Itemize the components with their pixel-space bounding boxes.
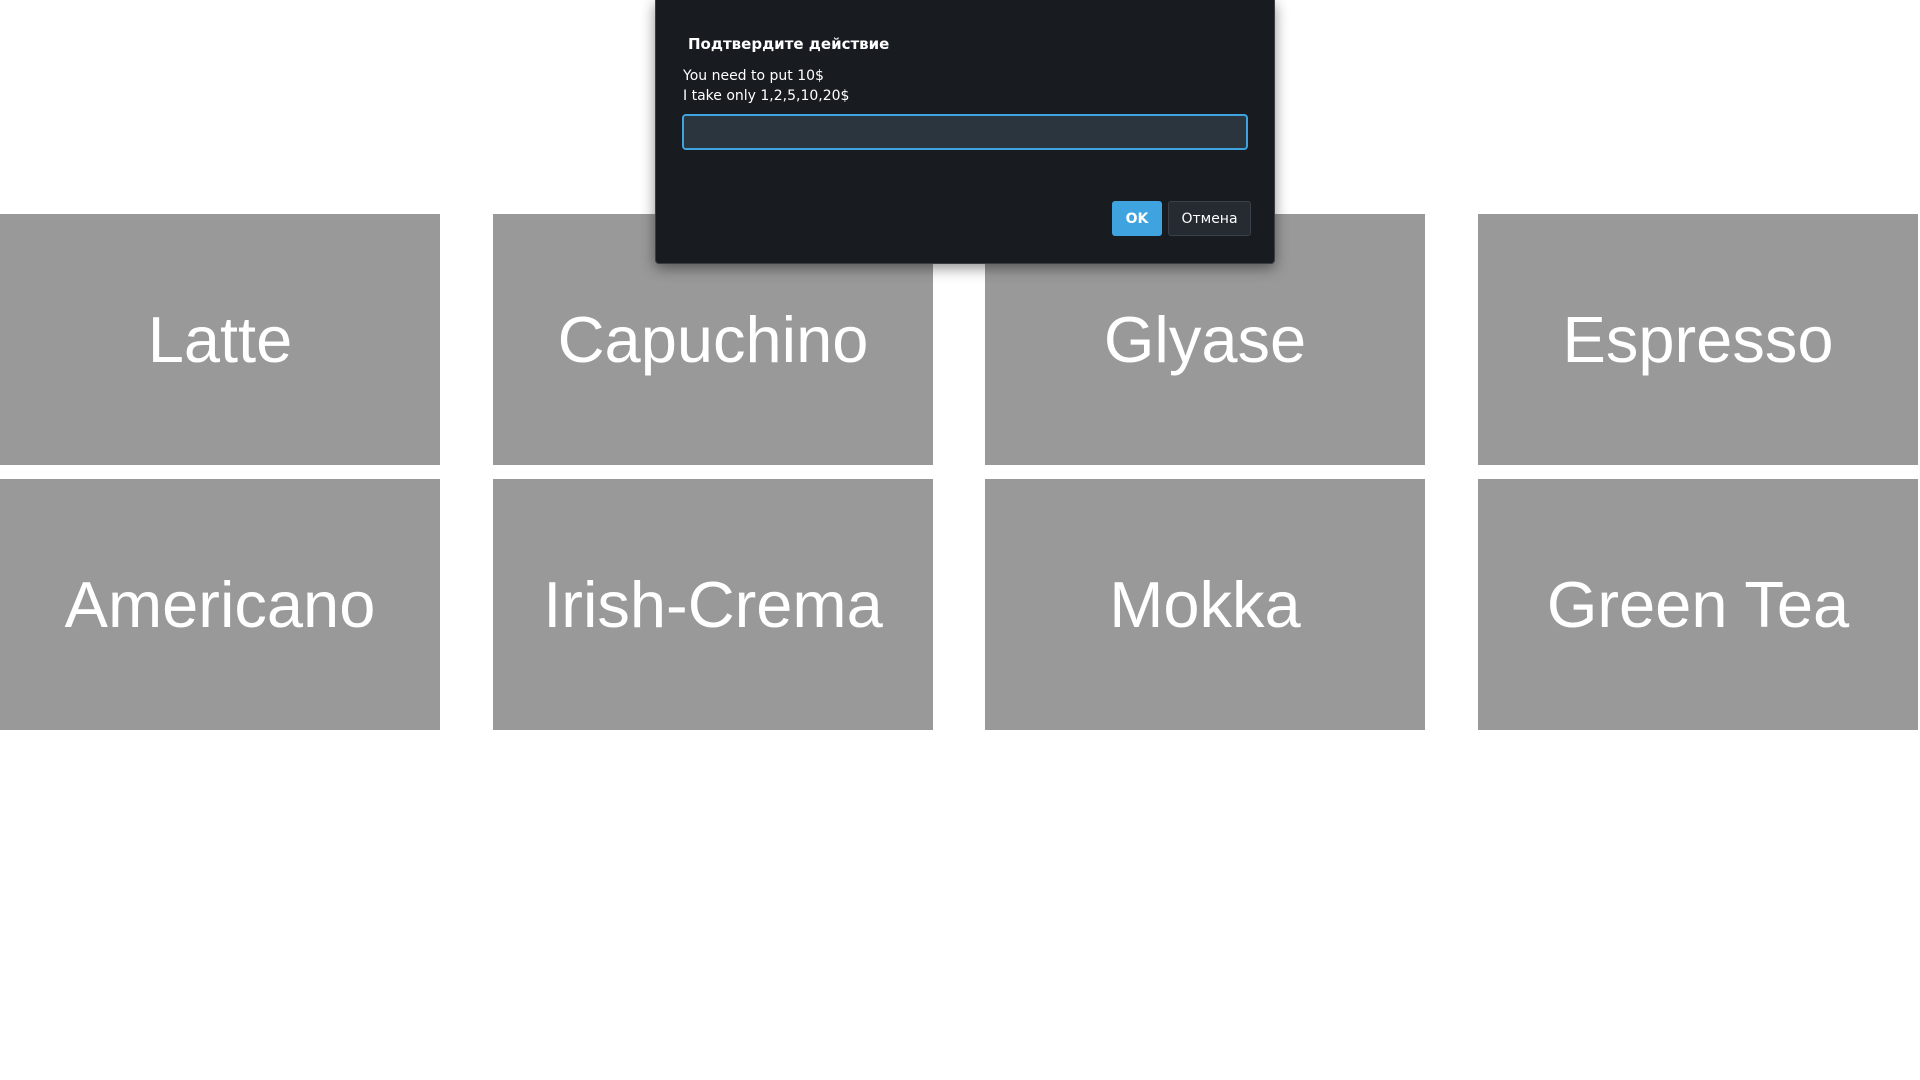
- cancel-button[interactable]: Отмена: [1168, 201, 1251, 236]
- prompt-dialog: Подтвердите действие You need to put 10$…: [655, 0, 1275, 264]
- ok-button[interactable]: OK: [1112, 201, 1162, 236]
- drink-button-green-tea[interactable]: Green Tea: [1478, 479, 1918, 730]
- coffee-machine-page: Latte Capuchino Glyase Espresso American…: [0, 0, 1920, 1080]
- drink-button-latte[interactable]: Latte: [0, 214, 440, 465]
- dialog-message-line-1: You need to put 10$: [683, 68, 824, 84]
- dialog-title: Подтвердите действие: [688, 35, 890, 53]
- drink-button-irish-crema[interactable]: Irish-Crema: [493, 479, 933, 730]
- prompt-input[interactable]: [682, 114, 1248, 150]
- drink-button-espresso[interactable]: Espresso: [1478, 214, 1918, 465]
- drink-button-mokka[interactable]: Mokka: [985, 479, 1425, 730]
- drink-button-americano[interactable]: Americano: [0, 479, 440, 730]
- dialog-message: You need to put 10$ I take only 1,2,5,10…: [683, 66, 849, 106]
- dialog-message-line-2: I take only 1,2,5,10,20$: [683, 88, 850, 104]
